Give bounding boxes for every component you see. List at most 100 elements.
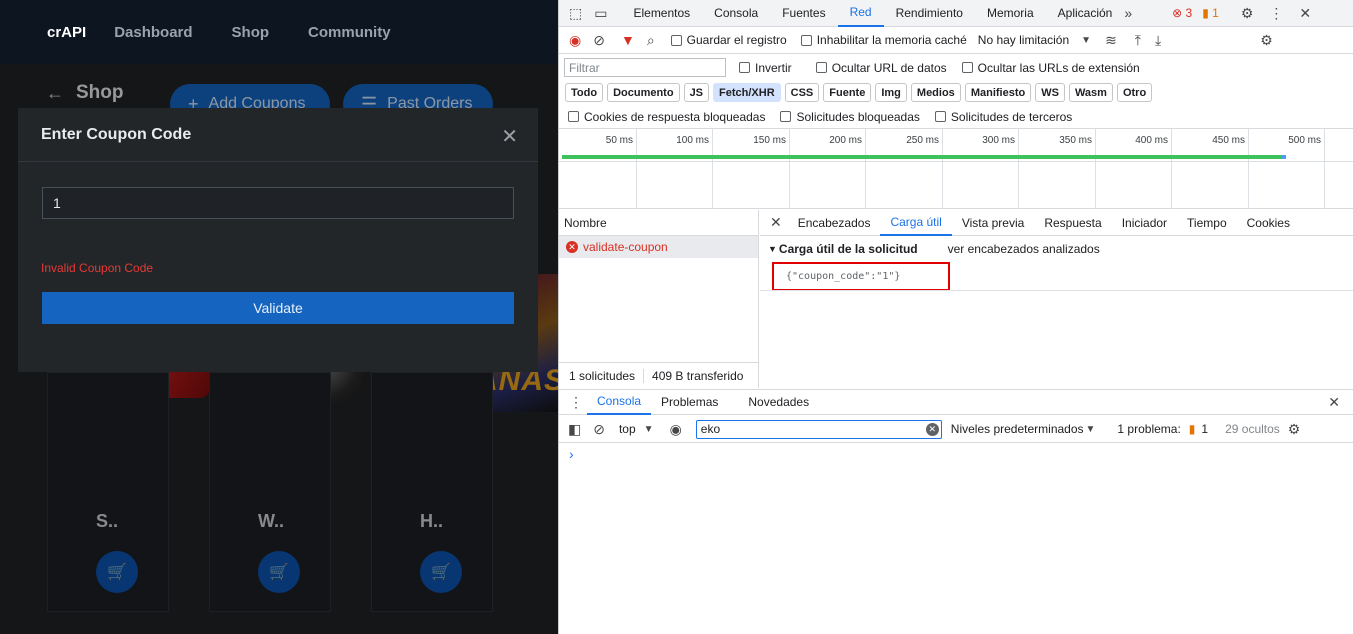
payload-source[interactable]: {"coupon_code":"1"} xyxy=(772,262,950,291)
blocked-cookies-label: Cookies de respuesta bloqueadas xyxy=(584,109,766,124)
console-filter-input[interactable]: eko ✕ xyxy=(695,419,942,439)
invert-checkbox[interactable] xyxy=(739,62,750,73)
hide-data-urls-checkbox[interactable] xyxy=(815,62,827,73)
close-drawer-icon[interactable]: ✕ xyxy=(1328,394,1340,411)
nav-community[interactable]: Community xyxy=(308,24,391,41)
console-toolbar: ◧ ⊘ top ▼ ◉ eko ✕ Niveles predeterminado… xyxy=(559,416,1353,443)
tab-red[interactable]: Red xyxy=(837,0,884,27)
type-documento-button[interactable]: Documento xyxy=(607,83,680,102)
context-dropdown-icon[interactable]: ▼ xyxy=(644,424,654,435)
console-prompt-icon[interactable]: › xyxy=(569,446,574,462)
context-select[interactable]: top xyxy=(619,422,636,436)
payload-divider xyxy=(760,290,1353,291)
tab-carga-util[interactable]: Carga útil xyxy=(880,210,952,236)
type-fuente-button[interactable]: Fuente xyxy=(823,83,872,102)
type-wasm-button[interactable]: Wasm xyxy=(1068,83,1113,102)
tab-vista-previa[interactable]: Vista previa xyxy=(952,210,1034,236)
tab-encabezados[interactable]: Encabezados xyxy=(788,210,881,236)
column-header-name[interactable]: Nombre xyxy=(559,210,758,236)
hide-ext-urls-checkbox[interactable] xyxy=(961,62,973,73)
tab-cookies[interactable]: Cookies xyxy=(1237,210,1300,236)
import-har-icon[interactable]: ⤒ xyxy=(1135,32,1141,49)
preserve-log-checkbox[interactable] xyxy=(670,34,682,46)
type-ws-button[interactable]: WS xyxy=(1035,83,1065,102)
tab-problemas[interactable]: Problemas xyxy=(651,389,728,415)
type-css-button[interactable]: CSS xyxy=(784,83,820,102)
issues-label[interactable]: 1 problema: xyxy=(1117,422,1180,436)
view-parsed-link[interactable]: ver encabezados analizados xyxy=(948,242,1100,256)
more-tabs-icon[interactable]: » xyxy=(1124,5,1132,21)
log-levels-select[interactable]: Niveles predeterminados xyxy=(951,422,1084,436)
brand-logo[interactable]: crAPI xyxy=(47,24,86,41)
settings-gear-icon[interactable]: ⚙ xyxy=(1241,5,1254,22)
tab-tiempo[interactable]: Tiempo xyxy=(1177,210,1237,236)
record-icon[interactable]: ◉ xyxy=(569,32,581,49)
close-devtools-icon[interactable]: ✕ xyxy=(1299,5,1311,22)
clear-icon[interactable]: ⊘ xyxy=(593,32,605,49)
hide-data-urls-label: Ocultar URL de datos xyxy=(831,60,947,75)
third-party-checkbox[interactable] xyxy=(934,111,946,122)
drawer-menu-icon[interactable]: ⋮ xyxy=(569,394,583,411)
blocked-cookies-checkbox[interactable] xyxy=(568,111,579,122)
tab-novedades[interactable]: Novedades xyxy=(738,389,819,415)
request-row[interactable]: ✕ validate-coupon xyxy=(559,236,758,258)
coupon-code-input[interactable]: 1 xyxy=(42,187,514,219)
type-otro-button[interactable]: Otro xyxy=(1116,83,1153,102)
timeline-gridline xyxy=(1095,129,1096,209)
hide-ext-urls-label: Ocultar las URLs de extensión xyxy=(977,60,1140,75)
type-todo-button[interactable]: Todo xyxy=(565,83,604,102)
search-icon[interactable]: ⌕ xyxy=(647,32,655,49)
inspect-element-icon[interactable]: ⬚ xyxy=(569,5,582,22)
dropdown-arrow-icon[interactable]: ▼ xyxy=(1081,35,1091,46)
preserve-log-label: Guardar el registro xyxy=(686,33,787,47)
modal-title: Enter Coupon Code xyxy=(41,125,192,143)
payload-section-header[interactable]: ▼ Carga útil de la solicitud ver encabez… xyxy=(760,236,1353,262)
tab-fuentes[interactable]: Fuentes xyxy=(770,0,837,27)
type-medios-button[interactable]: Medios xyxy=(910,83,961,102)
levels-dropdown-icon[interactable]: ▼ xyxy=(1086,424,1096,435)
device-toolbar-icon[interactable]: ▭ xyxy=(594,5,607,22)
network-overview-timeline[interactable]: 50 ms 100 ms 150 ms 200 ms 250 ms 300 ms… xyxy=(559,128,1353,209)
throttling-select[interactable]: No hay limitación xyxy=(978,33,1069,47)
tab-iniciador[interactable]: Iniciador xyxy=(1112,210,1177,236)
tab-memoria[interactable]: Memoria xyxy=(975,0,1046,27)
error-count-badge[interactable]: ⊗ 3 xyxy=(1172,6,1192,20)
warning-count-badge[interactable]: ▮ 1 xyxy=(1202,6,1219,20)
sidebar-toggle-icon[interactable]: ◧ xyxy=(568,421,581,438)
devtools-panel: ⬚ ▭ Elementos Consola Fuentes Red Rendim… xyxy=(558,0,1353,634)
close-icon[interactable]: ✕ xyxy=(501,124,518,149)
tab-console-drawer[interactable]: Consola xyxy=(587,389,652,415)
network-conditions-icon[interactable]: ≋ xyxy=(1105,32,1117,49)
tab-consola[interactable]: Consola xyxy=(702,0,770,27)
tab-rendimiento[interactable]: Rendimiento xyxy=(884,0,975,27)
close-detail-icon[interactable]: ✕ xyxy=(770,214,782,231)
third-party-label: Solicitudes de terceros xyxy=(950,109,1073,124)
request-detail-pane: ✕ Encabezados Carga útil Vista previa Re… xyxy=(760,210,1353,388)
filter-input[interactable]: Filtrar xyxy=(564,58,726,77)
type-img-button[interactable]: Img xyxy=(875,83,907,102)
more-options-icon[interactable]: ⋮ xyxy=(1269,5,1283,22)
validate-button[interactable]: Validate xyxy=(42,292,514,324)
timeline-tick-label: 200 ms xyxy=(829,135,862,146)
timeline-tick-label: 400 ms xyxy=(1135,135,1168,146)
drawer-tabbar: ⋮ Consola Problemas Novedades ✕ xyxy=(559,389,1353,415)
disable-cache-checkbox[interactable] xyxy=(800,34,812,46)
tab-elementos[interactable]: Elementos xyxy=(621,0,702,27)
export-har-icon[interactable]: ⤓ xyxy=(1155,32,1161,49)
filter-icon[interactable]: ▼ xyxy=(621,32,635,48)
live-expression-eye-icon[interactable]: ◉ xyxy=(670,421,682,438)
clear-console-icon[interactable]: ⊘ xyxy=(593,421,605,438)
type-manifiesto-button[interactable]: Manifiesto xyxy=(964,83,1032,102)
blocked-requests-checkbox[interactable] xyxy=(780,111,792,122)
nav-dashboard[interactable]: Dashboard xyxy=(114,24,192,41)
type-js-button[interactable]: JS xyxy=(683,83,710,102)
nav-shop[interactable]: Shop xyxy=(232,24,270,41)
console-settings-icon[interactable]: ⚙ xyxy=(1288,421,1301,438)
tab-respuesta[interactable]: Respuesta xyxy=(1034,210,1111,236)
tab-aplicacion[interactable]: Aplicación xyxy=(1046,0,1125,27)
timeline-tick-label: 250 ms xyxy=(906,135,939,146)
timeline-gridline xyxy=(789,129,790,209)
clear-filter-icon[interactable]: ✕ xyxy=(925,422,939,436)
type-fetch-xhr-button[interactable]: Fetch/XHR xyxy=(713,83,781,102)
network-settings-icon[interactable]: ⚙ xyxy=(1260,32,1273,49)
